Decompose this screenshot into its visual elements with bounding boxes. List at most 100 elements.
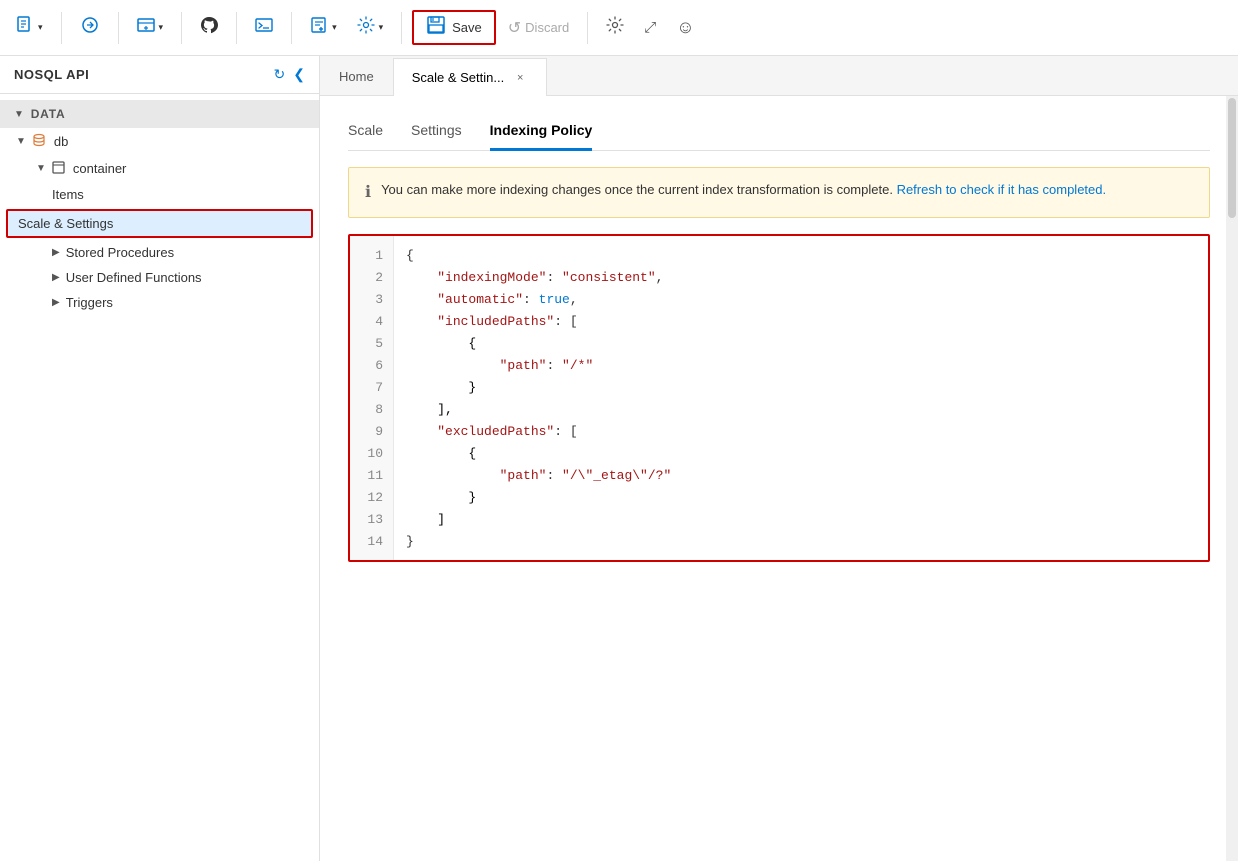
code-line-11: "path": "/\"_etag\"/?" <box>406 464 1196 486</box>
sidebar-item-stored-procedures[interactable]: ▶ Stored Procedures <box>0 240 319 265</box>
code-line-7: } <box>406 376 1196 398</box>
tab-home-label: Home <box>339 69 374 84</box>
discard-button[interactable]: ↺ Discard <box>500 12 577 44</box>
new-document-button[interactable]: ▾ <box>8 10 51 45</box>
line-num-14: 14 <box>350 530 393 552</box>
chevron-down-icon: ▾ <box>38 22 43 33</box>
separator-2 <box>118 12 119 44</box>
sidebar-item-db[interactable]: ▼ db <box>0 128 319 155</box>
data-section-label: DATA <box>31 107 66 121</box>
info-banner: ℹ You can make more indexing changes onc… <box>348 167 1210 218</box>
new-notebook-icon <box>310 16 328 39</box>
separator-1 <box>61 12 62 44</box>
stored-procedures-label: Stored Procedures <box>66 245 174 260</box>
tab-close-button[interactable]: × <box>512 70 528 86</box>
line-num-2: 2 <box>350 266 393 288</box>
line-num-7: 7 <box>350 376 393 398</box>
collapse-icon[interactable]: ❮ <box>293 66 305 83</box>
db-chevron: ▼ <box>16 136 26 147</box>
smiley-button[interactable]: ☺ <box>668 11 702 44</box>
line-num-10: 10 <box>350 442 393 464</box>
terminal-icon <box>255 16 273 39</box>
code-line-9: "excludedPaths": [ <box>406 420 1196 442</box>
udf-label: User Defined Functions <box>66 270 202 285</box>
toolbar: ▾ ▾ <box>0 0 1238 56</box>
new-container-button[interactable]: ▾ <box>129 10 172 45</box>
tab-scale-settings-label: Scale & Settin... <box>412 70 505 85</box>
code-editor: 1 2 3 4 5 6 7 8 9 10 11 12 13 14 <box>348 234 1210 562</box>
chevron-down-icon-4: ▾ <box>379 22 384 33</box>
db-label: db <box>54 134 68 149</box>
open-query-button[interactable] <box>72 10 108 45</box>
info-icon: ℹ <box>365 181 371 205</box>
sidebar-item-triggers[interactable]: ▶ Triggers <box>0 290 319 315</box>
code-line-1: { <box>406 244 1196 266</box>
line-num-11: 11 <box>350 464 393 486</box>
save-button[interactable]: Save <box>412 10 496 45</box>
settings-gear-button[interactable]: ▾ <box>349 10 392 45</box>
panel-content: Scale Settings Indexing Policy ℹ You can… <box>320 96 1238 861</box>
code-line-14: } <box>406 530 1196 552</box>
db-icon <box>32 133 46 150</box>
container-icon <box>52 160 65 177</box>
chevron-down-icon-2: ▾ <box>159 22 164 33</box>
sidebar-item-scale-settings[interactable]: Scale & Settings <box>6 209 313 238</box>
code-line-10: { <box>406 442 1196 464</box>
sub-tabs: Scale Settings Indexing Policy <box>348 116 1210 151</box>
line-numbers: 1 2 3 4 5 6 7 8 9 10 11 12 13 14 <box>350 236 394 560</box>
sidebar-item-items[interactable]: Items <box>0 182 319 207</box>
expand-icon: ⤢ <box>644 19 656 36</box>
tab-scale-settings[interactable]: Scale & Settin... × <box>393 58 548 96</box>
line-num-6: 6 <box>350 354 393 376</box>
scrollbar-track[interactable] <box>1226 96 1238 861</box>
tab-home[interactable]: Home <box>320 57 393 95</box>
line-num-8: 8 <box>350 398 393 420</box>
code-line-13: ] <box>406 508 1196 530</box>
code-line-2: "indexingMode": "consistent", <box>406 266 1196 288</box>
line-num-3: 3 <box>350 288 393 310</box>
sidebar-item-container[interactable]: ▼ container <box>0 155 319 182</box>
scrollbar-thumb[interactable] <box>1228 98 1236 218</box>
gear-right-button[interactable] <box>598 10 632 45</box>
terminal-button[interactable] <box>247 10 281 45</box>
new-notebook-button[interactable]: ▾ <box>302 10 345 45</box>
save-label: Save <box>452 20 482 35</box>
content-area: Home Scale & Settin... × Scale Settings … <box>320 56 1238 861</box>
line-num-9: 9 <box>350 420 393 442</box>
line-num-5: 5 <box>350 332 393 354</box>
separator-5 <box>291 12 292 44</box>
sidebar: NOSQL API ↻ ❮ ▼ DATA ▼ <box>0 56 320 861</box>
main-layout: NOSQL API ↻ ❮ ▼ DATA ▼ <box>0 56 1238 861</box>
separator-7 <box>587 12 588 44</box>
tab-bar: Home Scale & Settin... × <box>320 56 1238 96</box>
sub-tab-scale[interactable]: Scale <box>348 116 383 151</box>
new-container-icon <box>137 16 155 39</box>
smiley-icon: ☺ <box>676 17 694 38</box>
code-line-6: "path": "/*" <box>406 354 1196 376</box>
settings-gear-icon <box>357 16 375 39</box>
info-text: You can make more indexing changes once … <box>381 180 1106 200</box>
sidebar-header: NOSQL API ↻ ❮ <box>0 56 319 94</box>
refresh-link[interactable]: Refresh to check if it has completed. <box>897 182 1107 197</box>
github-button[interactable] <box>192 10 226 45</box>
new-document-icon <box>16 16 34 39</box>
code-content[interactable]: { "indexingMode": "consistent", "automat… <box>394 236 1208 560</box>
sub-tab-settings[interactable]: Settings <box>411 116 462 151</box>
container-label: container <box>73 161 126 176</box>
code-line-12: } <box>406 486 1196 508</box>
code-line-4: "includedPaths": [ <box>406 310 1196 332</box>
chevron-down-icon-3: ▾ <box>332 22 337 33</box>
line-num-4: 4 <box>350 310 393 332</box>
expand-button[interactable]: ⤢ <box>636 13 664 42</box>
sidebar-header-icons: ↻ ❮ <box>274 66 305 83</box>
line-num-13: 13 <box>350 508 393 530</box>
triggers-chevron: ▶ <box>52 297 60 308</box>
refresh-icon[interactable]: ↻ <box>274 66 286 83</box>
container-chevron: ▼ <box>36 163 46 174</box>
data-chevron: ▼ <box>14 109 25 120</box>
sidebar-item-udf[interactable]: ▶ User Defined Functions <box>0 265 319 290</box>
github-icon <box>200 16 218 39</box>
triggers-label: Triggers <box>66 295 113 310</box>
separator-4 <box>236 12 237 44</box>
sub-tab-indexing[interactable]: Indexing Policy <box>490 116 593 151</box>
